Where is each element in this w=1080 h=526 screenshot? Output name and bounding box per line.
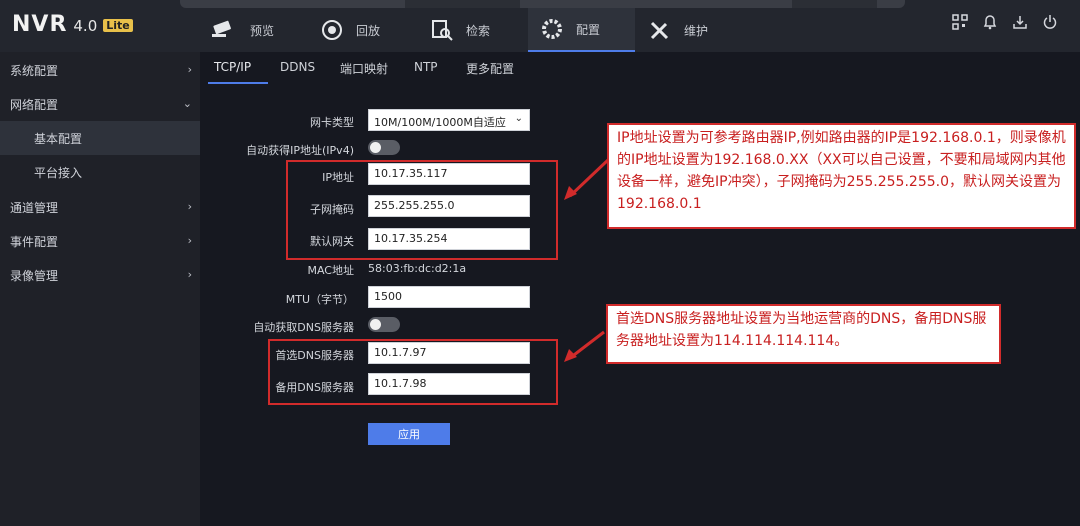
mac-value: 58:03:fb:dc:d2:1a xyxy=(368,262,467,275)
auto-dns-label: 自动获取DNS服务器 xyxy=(253,321,354,334)
search-doc-icon xyxy=(432,20,453,41)
toggle-knob xyxy=(370,142,381,153)
mtu-label: MTU（字节） xyxy=(285,293,354,306)
logo-version: 4.0 xyxy=(73,17,98,35)
top-bar: NVR 4.0 Lite 预览 回放 检索 配置 维护 xyxy=(0,0,1080,52)
annotation-dns: 首选DNS服务器地址设置为当地运营商的DNS，备用DNS服务器地址设置为114.… xyxy=(606,304,1001,364)
arrow-icon xyxy=(564,158,610,200)
tab-maintenance[interactable]: 维护 xyxy=(648,8,748,52)
tab-maintenance-label: 维护 xyxy=(684,23,709,38)
tab-config-label: 配置 xyxy=(576,22,601,37)
sidebar-item-channel[interactable]: 通道管理 › xyxy=(0,190,200,224)
tab-preview-label: 预览 xyxy=(250,23,275,38)
logo-edition: Lite xyxy=(103,19,133,32)
chevron-right-icon: › xyxy=(187,268,192,281)
sidebar-item-label: 录像管理 xyxy=(10,268,59,283)
mac-label: MAC地址 xyxy=(307,264,354,277)
tab-config[interactable]: 配置 xyxy=(528,8,635,52)
active-tab-indicator xyxy=(208,82,268,84)
annotation-ip: IP地址设置为可参考路由器IP,例如路由器的IP是192.168.0.1，则录像… xyxy=(607,123,1076,229)
tab-search-label: 检索 xyxy=(466,23,491,38)
auto-ip-toggle[interactable] xyxy=(368,140,400,155)
highlight-box-ip xyxy=(286,160,558,260)
sidebar-item-label: 事件配置 xyxy=(10,234,59,249)
tab-port-mapping[interactable]: 端口映射 xyxy=(340,60,388,77)
top-scrollbar[interactable] xyxy=(180,0,905,8)
tab-ntp[interactable]: NTP xyxy=(414,60,438,74)
mtu-input[interactable]: 1500 xyxy=(368,286,530,308)
scrollbar-thumb[interactable] xyxy=(405,0,520,8)
sidebar-item-label: 通道管理 xyxy=(10,200,59,215)
sidebar-item-basic[interactable]: 基本配置 xyxy=(0,121,200,155)
sidebar-item-platform[interactable]: 平台接入 xyxy=(0,155,200,189)
tab-playback-label: 回放 xyxy=(356,23,381,38)
playback-icon xyxy=(322,20,342,40)
sidebar: 系统配置 › 网络配置 ⌄ 基本配置 平台接入 通道管理 › 事件配置 › 录像… xyxy=(0,52,200,526)
tab-preview[interactable]: 预览 xyxy=(210,8,310,52)
tab-playback[interactable]: 回放 xyxy=(320,8,420,52)
apply-button[interactable]: 应用 xyxy=(368,423,450,445)
sidebar-item-event[interactable]: 事件配置 › xyxy=(0,224,200,258)
bell-icon[interactable] xyxy=(982,14,998,30)
nic-type-select[interactable]: 10M/100M/1000M自适应 ⌄ xyxy=(368,109,530,131)
app-logo: NVR 4.0 Lite xyxy=(12,12,133,40)
chevron-down-icon: ⌄ xyxy=(514,113,523,124)
sidebar-item-system[interactable]: 系统配置 › xyxy=(0,53,200,87)
sidebar-item-label: 网络配置 xyxy=(10,97,59,112)
arrow-icon-2 xyxy=(564,330,605,362)
chevron-right-icon: › xyxy=(187,234,192,247)
chevron-right-icon: › xyxy=(187,200,192,213)
auto-ip-label: 自动获得IP地址(IPv4) xyxy=(246,144,354,157)
tab-ddns[interactable]: DDNS xyxy=(280,60,315,74)
nic-type-value: 10M/100M/1000M自适应 xyxy=(374,116,506,129)
toggle-knob xyxy=(370,319,381,330)
sidebar-item-label: 基本配置 xyxy=(34,131,83,146)
tab-search[interactable]: 检索 xyxy=(430,8,525,52)
sidebar-item-label: 系统配置 xyxy=(10,63,59,78)
logo-name: NVR xyxy=(12,12,68,37)
highlight-box-dns xyxy=(268,339,558,405)
main-content: TCP/IP DDNS 端口映射 NTP 更多配置 网卡类型 10M/100M/… xyxy=(200,52,1080,526)
camera-icon xyxy=(212,20,231,37)
power-icon[interactable] xyxy=(1042,14,1058,30)
sidebar-item-label: 平台接入 xyxy=(34,165,83,180)
tab-more-config[interactable]: 更多配置 xyxy=(466,60,514,77)
nic-type-label: 网卡类型 xyxy=(310,116,354,129)
scrollbar-thumb-2[interactable] xyxy=(792,0,877,8)
tools-icon xyxy=(650,21,669,40)
auto-dns-toggle[interactable] xyxy=(368,317,400,332)
chevron-down-icon: ⌄ xyxy=(182,97,192,110)
download-icon[interactable] xyxy=(1012,14,1028,30)
sidebar-item-record[interactable]: 录像管理 › xyxy=(0,258,200,292)
qr-code-icon[interactable] xyxy=(952,14,968,30)
chevron-right-icon: › xyxy=(187,63,192,76)
gear-icon xyxy=(542,19,562,39)
sidebar-item-network[interactable]: 网络配置 ⌄ xyxy=(0,87,200,121)
tab-tcpip[interactable]: TCP/IP xyxy=(214,60,251,74)
